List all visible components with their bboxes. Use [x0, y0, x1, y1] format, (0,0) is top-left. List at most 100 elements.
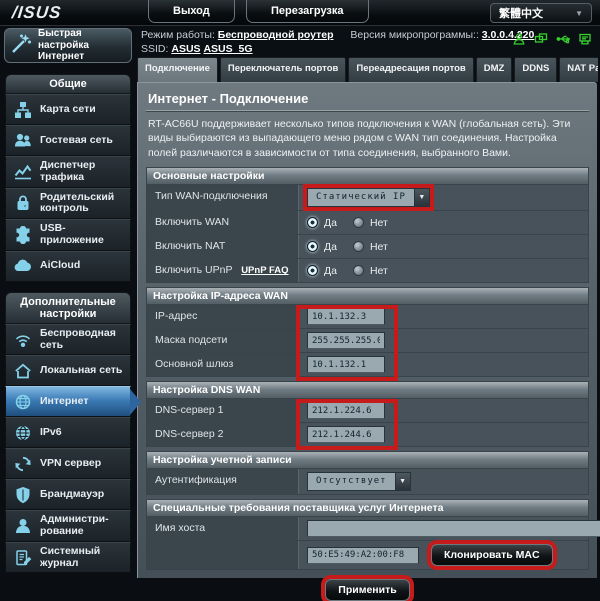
status-line-2: SSID: ASUS ASUS_5G — [141, 43, 253, 55]
section-isp: Специальные требования поставщика услуг … — [146, 499, 589, 570]
auth-select[interactable]: Отсутствует ▼ — [307, 472, 411, 491]
row-auth: Аутентификация Отсутствует ▼ — [146, 469, 589, 495]
section-dns: Настройка DNS WAN DNS-сервер 1 DNS-серве… — [146, 381, 589, 447]
gateway-input[interactable] — [307, 356, 385, 373]
radio-no-label: Нет — [370, 217, 388, 229]
tab-port-trigger[interactable]: Переключатель портов — [220, 57, 347, 82]
dns1-label: DNS-сервер 1 — [147, 399, 299, 422]
sidebar-item-parental-control[interactable]: Родительский контроль — [5, 188, 131, 220]
devices-icon[interactable] — [534, 32, 548, 49]
tab-port-forwarding[interactable]: Переадресация портов — [348, 57, 473, 82]
section-header-isp: Специальные требования поставщика услуг … — [146, 499, 589, 517]
mac-input[interactable] — [307, 547, 419, 564]
radio-yes-label: Да — [324, 217, 337, 229]
enable-wan-no-radio[interactable] — [353, 217, 364, 228]
sidebar-item-administration[interactable]: Администри-рование — [5, 510, 131, 542]
row-enable-nat: Включить NAT Да Нет — [146, 235, 589, 259]
chevron-down-icon: ▼ — [575, 9, 583, 18]
sidebar-item-label: Администри-рование — [40, 514, 126, 538]
tab-nat-passthrough[interactable]: NAT Passthrough — [559, 57, 598, 82]
enable-upnp-no-radio[interactable] — [353, 265, 364, 276]
tab-bar: Подключение Переключатель портов Переадр… — [137, 57, 598, 82]
row-subnet-mask: Маска подсети — [146, 329, 589, 353]
page-description: RT-AC66U поддерживает несколько типов по… — [148, 117, 587, 160]
enable-nat-no-radio[interactable] — [353, 241, 364, 252]
top-bar: /ISUS Выход Перезагрузка 繁體中文 ▼ — [0, 0, 600, 26]
firewall-icon — [13, 486, 33, 504]
sidebar-item-guest-network[interactable]: Гостевая сеть — [5, 125, 131, 156]
apply-row: Применить — [146, 579, 589, 601]
sidebar-section-general: Общие — [5, 74, 131, 94]
sidebar-item-label: Локальная сеть — [40, 365, 122, 377]
sidebar-item-label: Брандмауэр — [40, 489, 104, 501]
sidebar-section-advanced: Дополнительные настройки — [5, 292, 131, 324]
language-selector[interactable]: 繁體中文 ▼ — [490, 3, 592, 23]
hostname-input[interactable] — [307, 520, 600, 537]
enable-nat-yes-radio[interactable] — [307, 241, 318, 252]
dns1-input[interactable] — [307, 402, 385, 419]
enable-wan-yes-radio[interactable] — [307, 217, 318, 228]
sidebar-item-label: Диспетчер трафика — [40, 160, 126, 184]
reboot-button[interactable]: Перезагрузка — [246, 0, 369, 23]
status-line-1: Режим работы: Беспроводной роутер Версия… — [141, 29, 534, 41]
wireless-icon — [13, 331, 33, 349]
chevron-down-icon: ▼ — [395, 472, 411, 491]
row-wan-type: Тип WAN-подключения Статический IP ▼ — [146, 185, 589, 211]
section-header-account: Настройка учетной записи — [146, 451, 589, 469]
ssid-link-2[interactable]: ASUS_5G — [203, 43, 252, 55]
tab-ddns[interactable]: DDNS — [514, 57, 557, 82]
ip-address-input[interactable] — [307, 308, 385, 325]
sidebar-item-aicloud[interactable]: AiCloud — [5, 251, 131, 282]
subnet-mask-input[interactable] — [307, 332, 385, 349]
firmware-label: Версия микропрограммы:: — [350, 29, 478, 41]
clone-mac-button[interactable]: Клонировать MAC — [431, 544, 553, 566]
page-title: Интернет - Подключение — [148, 91, 589, 106]
row-dns1: DNS-сервер 1 — [146, 399, 589, 423]
sidebar-item-ipv6[interactable]: IPv6 — [5, 417, 131, 448]
auth-label: Аутентификация — [147, 469, 299, 494]
language-label: 繁體中文 — [499, 5, 543, 21]
tab-dmz[interactable]: DMZ — [476, 57, 513, 82]
enable-upnp-yes-radio[interactable] — [307, 265, 318, 276]
title-divider — [146, 110, 589, 111]
enable-wan-label: Включить WAN — [147, 211, 299, 234]
sidebar-item-traffic-manager[interactable]: Диспетчер трафика — [5, 156, 131, 188]
sidebar-item-lan[interactable]: Локальная сеть — [5, 355, 131, 386]
section-account: Настройка учетной записи Аутентификация … — [146, 451, 589, 495]
guest-network-icon — [13, 132, 33, 150]
mode-link[interactable]: Беспроводной роутер — [218, 29, 334, 41]
asus-logo: /ISUS — [11, 3, 63, 23]
printer-icon[interactable] — [578, 32, 592, 49]
parental-control-icon — [13, 194, 33, 212]
mac-label-empty — [147, 541, 299, 569]
sidebar-item-wireless[interactable]: Беспроводная сеть — [5, 324, 131, 356]
radio-yes-label: Да — [324, 265, 337, 277]
sidebar-item-usb-app[interactable]: USB-приложение — [5, 219, 131, 251]
tab-connection[interactable]: Подключение — [137, 57, 218, 82]
sidebar-item-label: Родительский контроль — [40, 192, 126, 216]
logout-button[interactable]: Выход — [148, 0, 235, 23]
wan-type-select[interactable]: Статический IP ▼ — [307, 188, 430, 207]
apply-button[interactable]: Применить — [325, 579, 409, 601]
network-map-icon — [13, 101, 33, 119]
row-gateway: Основной шлюз — [146, 353, 589, 377]
sidebar-item-firewall[interactable]: Брандмауэр — [5, 479, 131, 510]
dns2-input[interactable] — [307, 426, 385, 443]
section-header-wan-ip: Настройка IP-адреса WAN — [146, 287, 589, 305]
usb-icon[interactable] — [556, 32, 570, 49]
ssid-link-1[interactable]: ASUS — [171, 43, 200, 55]
sidebar-item-internet[interactable]: Интернет — [5, 386, 131, 417]
status-bar: Режим работы: Беспроводной роутер Версия… — [136, 26, 600, 57]
row-dns2: DNS-сервер 2 — [146, 423, 589, 447]
sidebar-item-system-log[interactable]: Системный журнал — [5, 542, 131, 574]
internet-icon — [13, 393, 33, 411]
gateway-label: Основной шлюз — [147, 353, 299, 376]
hostname-label: Имя хоста — [147, 517, 299, 540]
sidebar-item-vpn[interactable]: VPN сервер — [5, 448, 131, 479]
upnp-faq-link[interactable]: UPnP FAQ — [241, 265, 288, 276]
clients-icon[interactable] — [512, 32, 526, 49]
sidebar-item-network-map[interactable]: Карта сети — [5, 94, 131, 125]
radio-no-label: Нет — [370, 265, 388, 277]
radio-no-label: Нет — [370, 241, 388, 253]
quick-setup-button[interactable]: Быстрая настройка Интернет — [4, 28, 132, 63]
